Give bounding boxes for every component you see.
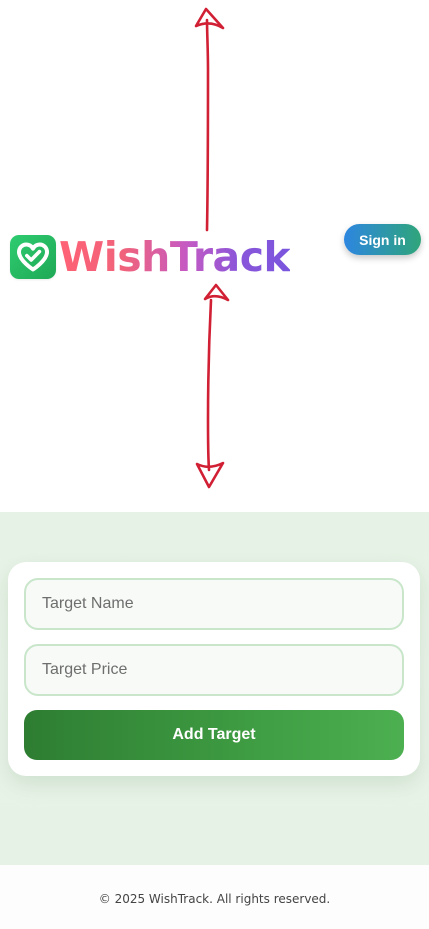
brand-logo[interactable]: WishTrack bbox=[10, 233, 291, 281]
sign-in-button[interactable]: Sign in bbox=[344, 224, 421, 255]
brand-name: WishTrack bbox=[59, 233, 291, 281]
add-target-card: Add Target bbox=[8, 562, 420, 776]
heart-check-icon bbox=[10, 235, 56, 279]
footer: © 2025 WishTrack. All rights reserved. bbox=[0, 865, 429, 929]
header: WishTrack Sign in bbox=[0, 0, 429, 512]
add-target-button[interactable]: Add Target bbox=[24, 710, 404, 760]
main-content: Add Target bbox=[0, 512, 429, 865]
copyright-text: © 2025 WishTrack. All rights reserved. bbox=[98, 892, 331, 906]
page: WishTrack Sign in Add Target © 2025 Wish… bbox=[0, 0, 429, 929]
target-price-input[interactable] bbox=[24, 644, 404, 696]
target-name-input[interactable] bbox=[24, 578, 404, 630]
